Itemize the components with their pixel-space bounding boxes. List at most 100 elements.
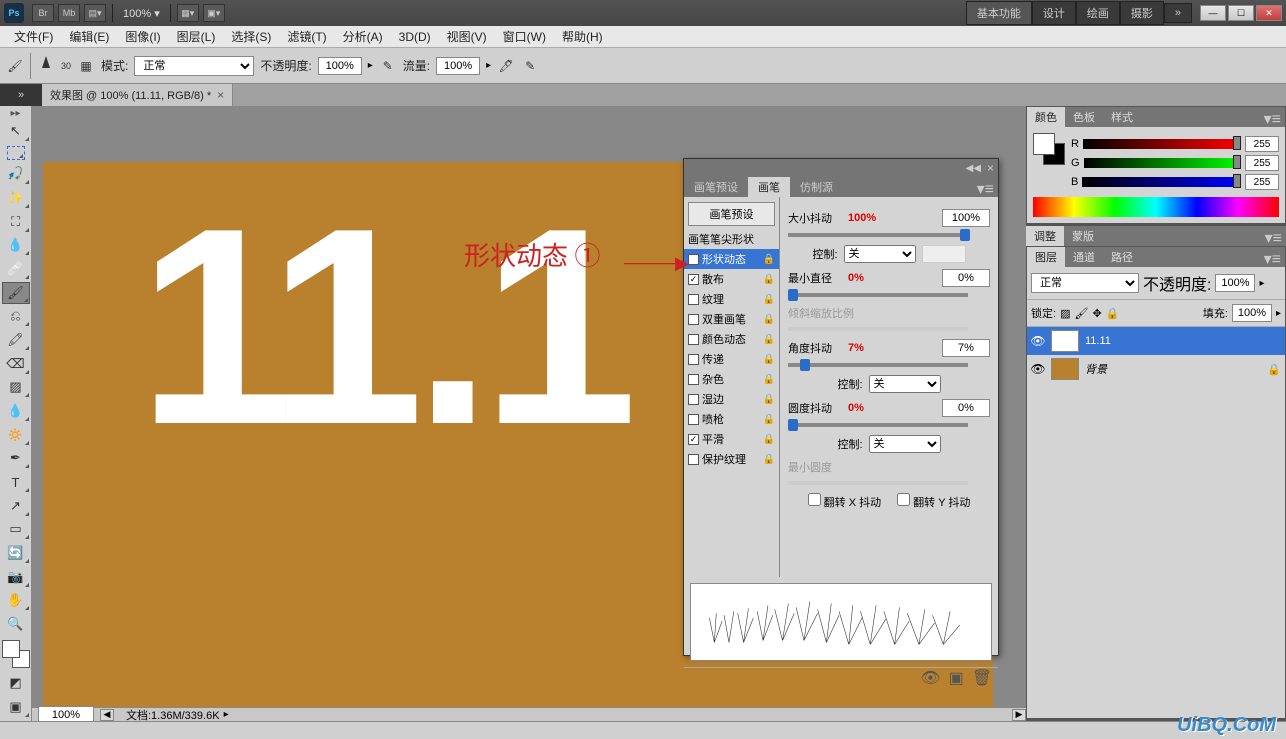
menu-view[interactable]: 视图(V): [439, 26, 495, 47]
wet-edges-item[interactable]: 湿边🔒: [684, 389, 779, 409]
dodge-tool[interactable]: 🔅: [2, 424, 30, 446]
dual-brush-item[interactable]: 双重画笔🔒: [684, 309, 779, 329]
tab-bar-handle[interactable]: »: [0, 84, 42, 106]
delete-brush-icon[interactable]: 🗑: [972, 668, 992, 688]
lock-icon[interactable]: 🔒: [763, 414, 775, 425]
move-tool[interactable]: ↖: [2, 120, 30, 142]
mini-bridge-button[interactable]: Mb: [58, 4, 80, 22]
lock-icon[interactable]: 🔒: [763, 374, 775, 385]
window-maximize-button[interactable]: ☐: [1228, 5, 1254, 21]
r-slider[interactable]: [1083, 139, 1241, 149]
transfer-item[interactable]: 传递🔒: [684, 349, 779, 369]
panel-menu-icon[interactable]: ▾≡: [1260, 247, 1285, 267]
texture-item[interactable]: 纹理🔒: [684, 289, 779, 309]
adjustments-tab[interactable]: 调整: [1026, 226, 1064, 246]
panel-fgbg-swatch[interactable]: [1033, 133, 1065, 165]
lock-icon[interactable]: 🔒: [763, 334, 775, 345]
layer-thumbnail[interactable]: [1051, 358, 1079, 380]
airbrush-icon[interactable]: 🖊: [497, 57, 515, 75]
layer-row-background[interactable]: 👁 背景 🔒: [1027, 355, 1285, 383]
menu-help[interactable]: 帮助(H): [554, 26, 611, 47]
path-select-tool[interactable]: ↗: [2, 495, 30, 517]
foreground-background-swatch[interactable]: [2, 640, 30, 668]
lasso-tool[interactable]: 🎣: [2, 164, 30, 186]
menu-edit[interactable]: 编辑(E): [61, 26, 117, 47]
brush-tool[interactable]: 🖌: [2, 282, 30, 304]
lock-icon[interactable]: 🔒: [763, 434, 775, 445]
panel-menu-icon[interactable]: ▾≡: [973, 177, 998, 197]
brush-tool-preset-icon[interactable]: 🖌: [6, 57, 24, 75]
checkbox-icon[interactable]: [688, 434, 699, 445]
color-spectrum[interactable]: [1033, 197, 1279, 217]
min-diameter-slider[interactable]: [788, 293, 968, 297]
arrange-docs-button[interactable]: ▦▾: [177, 4, 199, 22]
zoom-level-combo[interactable]: 100% ▾: [123, 7, 160, 20]
layer-opacity-input[interactable]: [1215, 274, 1255, 292]
brush-panel-toggle-icon[interactable]: ▦: [77, 57, 95, 75]
workspace-tab-basic[interactable]: 基本功能: [966, 1, 1032, 25]
window-close-button[interactable]: ✕: [1256, 5, 1282, 21]
layers-tab[interactable]: 图层: [1027, 247, 1065, 267]
protect-texture-item[interactable]: 保护纹理🔒: [684, 449, 779, 469]
type-tool[interactable]: T: [2, 471, 30, 493]
checkbox-icon[interactable]: [688, 274, 699, 285]
blur-tool[interactable]: 💧: [2, 400, 30, 422]
zoom-tool[interactable]: 🔍: [2, 613, 30, 635]
3d-tool[interactable]: 🔄: [2, 542, 30, 564]
menu-window[interactable]: 窗口(W): [495, 26, 554, 47]
menu-filter[interactable]: 滤镜(T): [279, 26, 334, 47]
menu-select[interactable]: 选择(S): [223, 26, 279, 47]
lock-icon[interactable]: 🔒: [763, 354, 775, 365]
bridge-button[interactable]: Br: [32, 4, 54, 22]
g-value-input[interactable]: [1245, 155, 1279, 171]
lock-position-icon[interactable]: ✥: [1092, 307, 1101, 320]
brush-preview-icon[interactable]: [37, 57, 55, 75]
flip-x-checkbox[interactable]: 翻转 X 抖动: [808, 493, 882, 510]
color-tab[interactable]: 颜色: [1027, 107, 1065, 127]
color-dynamics-item[interactable]: 颜色动态🔒: [684, 329, 779, 349]
swatches-tab[interactable]: 色板: [1065, 107, 1103, 127]
workspace-more-button[interactable]: »: [1164, 3, 1192, 23]
blend-mode-select[interactable]: 正常: [134, 56, 254, 76]
window-minimize-button[interactable]: —: [1200, 5, 1226, 21]
opacity-input[interactable]: [318, 57, 362, 75]
document-tab-close-icon[interactable]: ×: [217, 88, 224, 102]
lock-transparency-icon[interactable]: ▨: [1060, 307, 1070, 320]
size-jitter-input[interactable]: [942, 209, 990, 227]
airbrush-item[interactable]: 喷枪🔒: [684, 409, 779, 429]
healing-brush-tool[interactable]: 🩹: [2, 258, 30, 280]
brush-tip-shape-item[interactable]: 画笔笔尖形状: [684, 229, 779, 249]
tablet-size-icon[interactable]: ✎: [521, 57, 539, 75]
gradient-tool[interactable]: ▨: [2, 377, 30, 399]
brush-panel-titlebar[interactable]: ◀◀ ×: [684, 159, 998, 177]
lock-icon[interactable]: 🔒: [763, 454, 775, 465]
checkbox-icon[interactable]: [688, 394, 699, 405]
collapse-icon[interactable]: ◀◀: [966, 163, 981, 174]
fill-input[interactable]: [1232, 304, 1272, 322]
document-tab[interactable]: 效果图 @ 100% (11.11, RGB/8) * ×: [42, 84, 233, 106]
lock-icon[interactable]: 🔒: [763, 294, 775, 305]
shape-tool[interactable]: ▭: [2, 519, 30, 541]
size-control-select[interactable]: 关: [844, 245, 916, 263]
angle-jitter-input[interactable]: [942, 339, 990, 357]
noise-item[interactable]: 杂色🔒: [684, 369, 779, 389]
screen-mode-toggle[interactable]: ▣: [2, 696, 30, 718]
lock-icon[interactable]: 🔒: [763, 274, 775, 285]
foreground-color-swatch[interactable]: [2, 640, 20, 658]
panel-menu-icon[interactable]: ▾≡: [1260, 107, 1285, 127]
layer-name[interactable]: 背景: [1085, 361, 1107, 377]
brush-presets-tab[interactable]: 画笔预设: [684, 177, 748, 197]
r-value-input[interactable]: [1245, 136, 1279, 152]
layer-row-text[interactable]: 👁 T 11.11: [1027, 327, 1285, 355]
pen-tool[interactable]: ✒: [2, 448, 30, 470]
magic-wand-tool[interactable]: ✨: [2, 187, 30, 209]
smoothing-item[interactable]: 平滑🔒: [684, 429, 779, 449]
lock-icon[interactable]: 🔒: [763, 314, 775, 325]
checkbox-icon[interactable]: [688, 454, 699, 465]
shape-dynamics-item[interactable]: 形状动态🔒: [684, 249, 779, 269]
hand-tool[interactable]: ✋: [2, 590, 30, 612]
workspace-tab-painting[interactable]: 绘画: [1076, 1, 1120, 25]
clone-stamp-tool[interactable]: ⎌: [2, 306, 30, 328]
brush-preset-button[interactable]: 画笔预设: [688, 202, 775, 226]
styles-tab[interactable]: 样式: [1103, 107, 1141, 127]
